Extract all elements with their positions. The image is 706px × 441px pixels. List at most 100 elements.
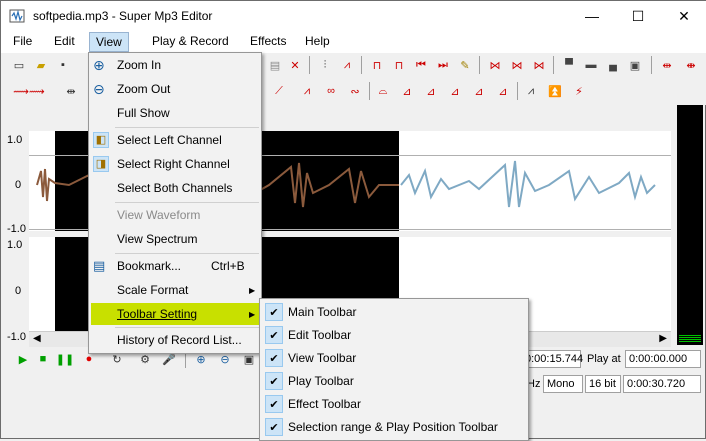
submenu-item-view-toolbar[interactable]: ✔ View Toolbar <box>262 347 528 369</box>
menu-play-record[interactable]: Play & Record <box>150 34 231 48</box>
silence-icon[interactable]: ⊿ <box>493 81 513 101</box>
play-icon[interactable]: ▶ <box>13 349 33 369</box>
goto-start-icon[interactable]: ⏮ <box>411 55 431 75</box>
mark-icon[interactable]: ⩘ <box>337 55 357 75</box>
submenu-arrow-icon: ▶ <box>249 309 256 319</box>
menu-item-label: View Spectrum <box>117 232 198 246</box>
submenu-item-main-toolbar[interactable]: ✔ Main Toolbar <box>262 301 528 323</box>
menu-item-view-waveform: View Waveform <box>91 204 261 226</box>
loop-icon[interactable]: ∞ <box>321 81 341 101</box>
view-menu-dropdown: ⊕ Zoom In ⊖ Zoom Out Full Show ◧ Select … <box>88 52 262 354</box>
minimize-button[interactable]: — <box>569 1 615 31</box>
shrink-h-icon[interactable]: ⇼ <box>681 55 701 75</box>
menu-item-label: Select Left Channel <box>117 133 222 147</box>
goto-end-icon[interactable]: ⏭ <box>433 55 453 75</box>
menu-item-shortcut: Ctrl+B <box>211 259 245 273</box>
scroll-right-icon[interactable]: ▶ <box>659 333 667 344</box>
toolbar-separator <box>479 56 480 74</box>
menu-item-full-show[interactable]: Full Show <box>91 102 261 124</box>
menu-item-select-right[interactable]: ◨ Select Right Channel <box>91 153 261 175</box>
menu-file[interactable]: File <box>11 34 34 48</box>
paste-icon[interactable]: ▤ <box>265 55 285 75</box>
menu-item-label: Zoom Out <box>117 82 171 96</box>
split-icon[interactable]: ⋈ <box>485 55 505 75</box>
waveform-effect-icon[interactable]: ⟿⟿ <box>9 81 49 101</box>
toolbar-separator <box>309 56 310 74</box>
select-start-icon[interactable]: ⊓ <box>367 55 387 75</box>
submenu-item-label: Main Toolbar <box>288 305 357 319</box>
bit-depth: 16 bit <box>585 375 621 393</box>
save-icon[interactable]: ▪ <box>53 55 73 75</box>
play-at-label: Play at <box>587 353 621 365</box>
submenu-item-label: Selection range & Play Position Toolbar <box>288 420 498 434</box>
submenu-item-effect-toolbar[interactable]: ✔ Effect Toolbar <box>262 393 528 415</box>
pause-icon[interactable]: ❚❚ <box>55 349 75 369</box>
amplify-icon[interactable]: ⊿ <box>469 81 489 101</box>
menu-item-toolbar-setting[interactable]: Toolbar Setting ▶ <box>91 303 261 325</box>
submenu-item-selection-range-toolbar[interactable]: ✔ Selection range & Play Position Toolba… <box>262 416 528 438</box>
marker-tool-icon[interactable]: ✎ <box>455 55 475 75</box>
stop-icon[interactable]: ■ <box>33 349 53 369</box>
filter-icon[interactable]: ⩘ <box>521 81 541 101</box>
align-fill-icon[interactable]: ▣ <box>625 55 645 75</box>
submenu-item-edit-toolbar[interactable]: ✔ Edit Toolbar <box>262 324 528 346</box>
menu-item-scale-format[interactable]: Scale Format ▶ <box>91 279 261 301</box>
fade-icon[interactable]: ⋈ <box>529 55 549 75</box>
menu-item-zoom-in[interactable]: ⊕ Zoom In <box>91 54 261 76</box>
channel-mode: Mono <box>543 375 583 393</box>
menu-item-select-both[interactable]: Select Both Channels <box>91 177 261 199</box>
submenu-item-play-toolbar[interactable]: ✔ Play Toolbar <box>262 370 528 392</box>
play-at-field[interactable]: 0:00:00.000 <box>625 350 701 368</box>
menu-item-label: Full Show <box>117 106 170 120</box>
boost-icon[interactable]: ⏫ <box>545 81 565 101</box>
select-end-icon[interactable]: ⊓ <box>389 55 409 75</box>
menu-item-label: Select Both Channels <box>117 181 233 195</box>
menu-separator <box>115 202 259 203</box>
submenu-arrow-icon: ▶ <box>249 285 256 295</box>
checkmark-icon: ✔ <box>265 303 283 321</box>
fade-out-icon[interactable]: ⊿ <box>421 81 441 101</box>
menu-item-zoom-out[interactable]: ⊖ Zoom Out <box>91 78 261 100</box>
menu-edit[interactable]: Edit <box>52 34 77 48</box>
envelope-icon[interactable]: ⌓ <box>373 81 393 101</box>
left-channel-icon: ◧ <box>93 132 109 148</box>
open-folder-icon[interactable]: ▰ <box>31 55 51 75</box>
menu-separator <box>115 253 259 254</box>
distort-icon[interactable]: ⚡ <box>569 81 589 101</box>
sample-rate-suffix: Hz <box>527 378 541 390</box>
menu-item-history-record-list[interactable]: History of Record List... <box>91 329 261 351</box>
toolbar-separator <box>361 56 362 74</box>
delete-icon[interactable]: ✕ <box>285 55 305 75</box>
maximize-button[interactable]: ☐ <box>615 1 661 31</box>
menu-help[interactable]: Help <box>303 34 332 48</box>
align-middle-icon[interactable]: ▬ <box>581 55 601 75</box>
close-button[interactable]: ✕ <box>661 1 706 31</box>
toolbar-separator <box>517 82 518 100</box>
fade-in-icon[interactable]: ⊿ <box>397 81 417 101</box>
cursor-icon[interactable]: ⫶ <box>315 55 335 75</box>
menu-item-label: Scale Format <box>117 283 189 297</box>
level-meter <box>677 105 703 345</box>
expand-h-icon[interactable]: ⇹ <box>657 55 677 75</box>
reverse-icon[interactable]: ⇹ <box>61 81 81 101</box>
normalize-icon[interactable]: ⊿ <box>445 81 465 101</box>
menu-item-view-spectrum[interactable]: View Spectrum <box>91 228 261 250</box>
align-bottom-icon[interactable]: ▄ <box>603 55 623 75</box>
menu-item-label: History of Record List... <box>117 333 242 347</box>
trim-icon[interactable]: ⋈ <box>507 55 527 75</box>
axis-label: -1.0 <box>7 331 26 343</box>
scroll-left-icon[interactable]: ◀ <box>33 333 41 344</box>
align-top-icon[interactable]: ▀ <box>559 55 579 75</box>
wave-up-icon[interactable]: ⩘ <box>297 81 317 101</box>
menu-item-select-left[interactable]: ◧ Select Left Channel <box>91 129 261 151</box>
menu-view[interactable]: View <box>89 32 129 52</box>
menu-item-bookmark[interactable]: ▤ Bookmark... Ctrl+B <box>91 255 261 277</box>
menu-effects[interactable]: Effects <box>248 34 288 48</box>
echo-icon[interactable]: ⟋ <box>269 81 289 101</box>
toolbar-separator <box>553 56 554 74</box>
duration: 0:00:30.720 <box>623 375 701 393</box>
app-icon <box>9 9 25 23</box>
chorus-icon[interactable]: ∾ <box>345 81 365 101</box>
new-file-icon[interactable]: ▭ <box>9 55 29 75</box>
window-title: softpedia.mp3 - Super Mp3 Editor <box>33 9 213 23</box>
